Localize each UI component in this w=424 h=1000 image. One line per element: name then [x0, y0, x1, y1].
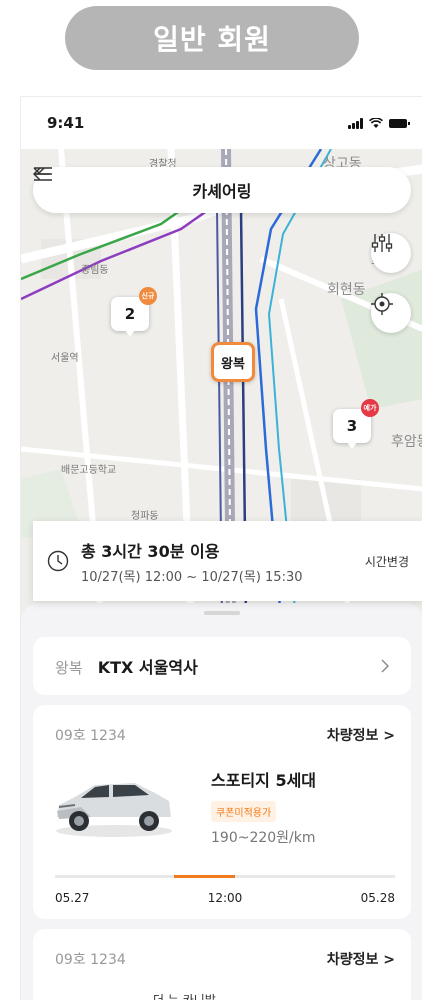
- total-duration: 총 3시간 30분 이용: [81, 541, 220, 561]
- car-plate: 09호 1234: [55, 952, 126, 968]
- service-selector[interactable]: 카셰어링: [33, 167, 252, 202]
- car-info-link[interactable]: 차량정보 >: [327, 725, 395, 745]
- cluster-badge: 신규: [139, 287, 157, 305]
- header-title: 카셰어링: [192, 182, 252, 201]
- status-time: 9:41: [47, 114, 85, 132]
- my-location-button[interactable]: [371, 293, 411, 333]
- battery-icon: [389, 118, 410, 128]
- map-cluster-marker[interactable]: 2 신규: [111, 287, 157, 337]
- clock-icon: [47, 550, 69, 572]
- availability-timeline: [55, 875, 395, 878]
- car-card[interactable]: 09호 1234 차량정보 > 스포티지 5세대 쿠폰미적용가 190~220원…: [33, 705, 411, 919]
- status-icons: [348, 117, 410, 129]
- filter-button[interactable]: [371, 233, 411, 273]
- map-label: 청파동: [131, 511, 159, 522]
- rental-time-range: 10/27(목) 12:00 ~ 10/27(목) 15:30: [81, 569, 303, 585]
- phone-screen: 9:41 경찰청 상고동 중림동 회현동 서울역 배문고등학교 후암 청파동 카…: [20, 96, 422, 1000]
- map-label: 후암동: [391, 434, 422, 450]
- station-row[interactable]: 왕복 KTX 서울역사: [33, 637, 411, 695]
- filter-sliders-icon: [371, 234, 393, 252]
- station-marker-label: 왕복: [221, 356, 245, 372]
- station-name: KTX 서울역사: [97, 658, 198, 677]
- map-label: 서울역: [51, 353, 79, 364]
- car-model: 스포티지 5세대: [211, 771, 317, 790]
- member-type-pill: 일반 회원: [65, 6, 359, 70]
- coupon-badge: 쿠폰미적용가: [211, 801, 277, 822]
- car-plate: 09호 1234: [55, 728, 126, 744]
- sheet-drag-handle[interactable]: [204, 611, 240, 615]
- hamburger-icon: [34, 167, 52, 181]
- chevron-right-icon: [381, 659, 389, 673]
- timeline-start: 05.27: [55, 891, 90, 905]
- car-price: 190~220원/km: [211, 830, 316, 846]
- cluster-count: 3: [346, 417, 358, 435]
- map-cluster-marker[interactable]: 3 예가: [333, 399, 379, 449]
- header-bar: 카셰어링: [33, 167, 411, 213]
- status-bar: 9:41: [21, 97, 422, 149]
- wifi-icon: [369, 117, 383, 128]
- bottom-sheet: 왕복 KTX 서울역사 09호 1234 차량정보 > 스포티지 5세대 쿠폰미…: [21, 603, 422, 1000]
- map-label: 회현동: [327, 282, 366, 298]
- cluster-count: 2: [124, 305, 136, 323]
- car-image: [56, 783, 172, 837]
- timeline-mid: 12:00: [207, 891, 243, 905]
- map-label: 중림동: [81, 265, 109, 276]
- menu-button[interactable]: [34, 167, 397, 203]
- car-info-link[interactable]: 차량정보 >: [327, 949, 395, 969]
- signal-icon: [348, 117, 363, 129]
- rental-time-card[interactable]: 총 3시간 30분 이용 10/27(목) 12:00 ~ 10/27(목) 1…: [33, 521, 422, 601]
- crosshair-icon: [371, 293, 393, 315]
- station-marker[interactable]: 왕복: [211, 342, 255, 382]
- car-model: 더 뉴 카니발: [153, 993, 216, 1000]
- station-type-label: 왕복: [55, 659, 83, 677]
- change-time-button[interactable]: 시간변경: [365, 553, 409, 570]
- timeline-end: 05.28: [360, 891, 395, 905]
- reserved-range: [174, 875, 236, 878]
- map-label: 배문고등학교: [61, 465, 117, 476]
- car-card[interactable]: 09호 1234 차량정보 > 더 뉴 카니발: [33, 929, 411, 1000]
- cluster-badge: 예가: [361, 399, 379, 417]
